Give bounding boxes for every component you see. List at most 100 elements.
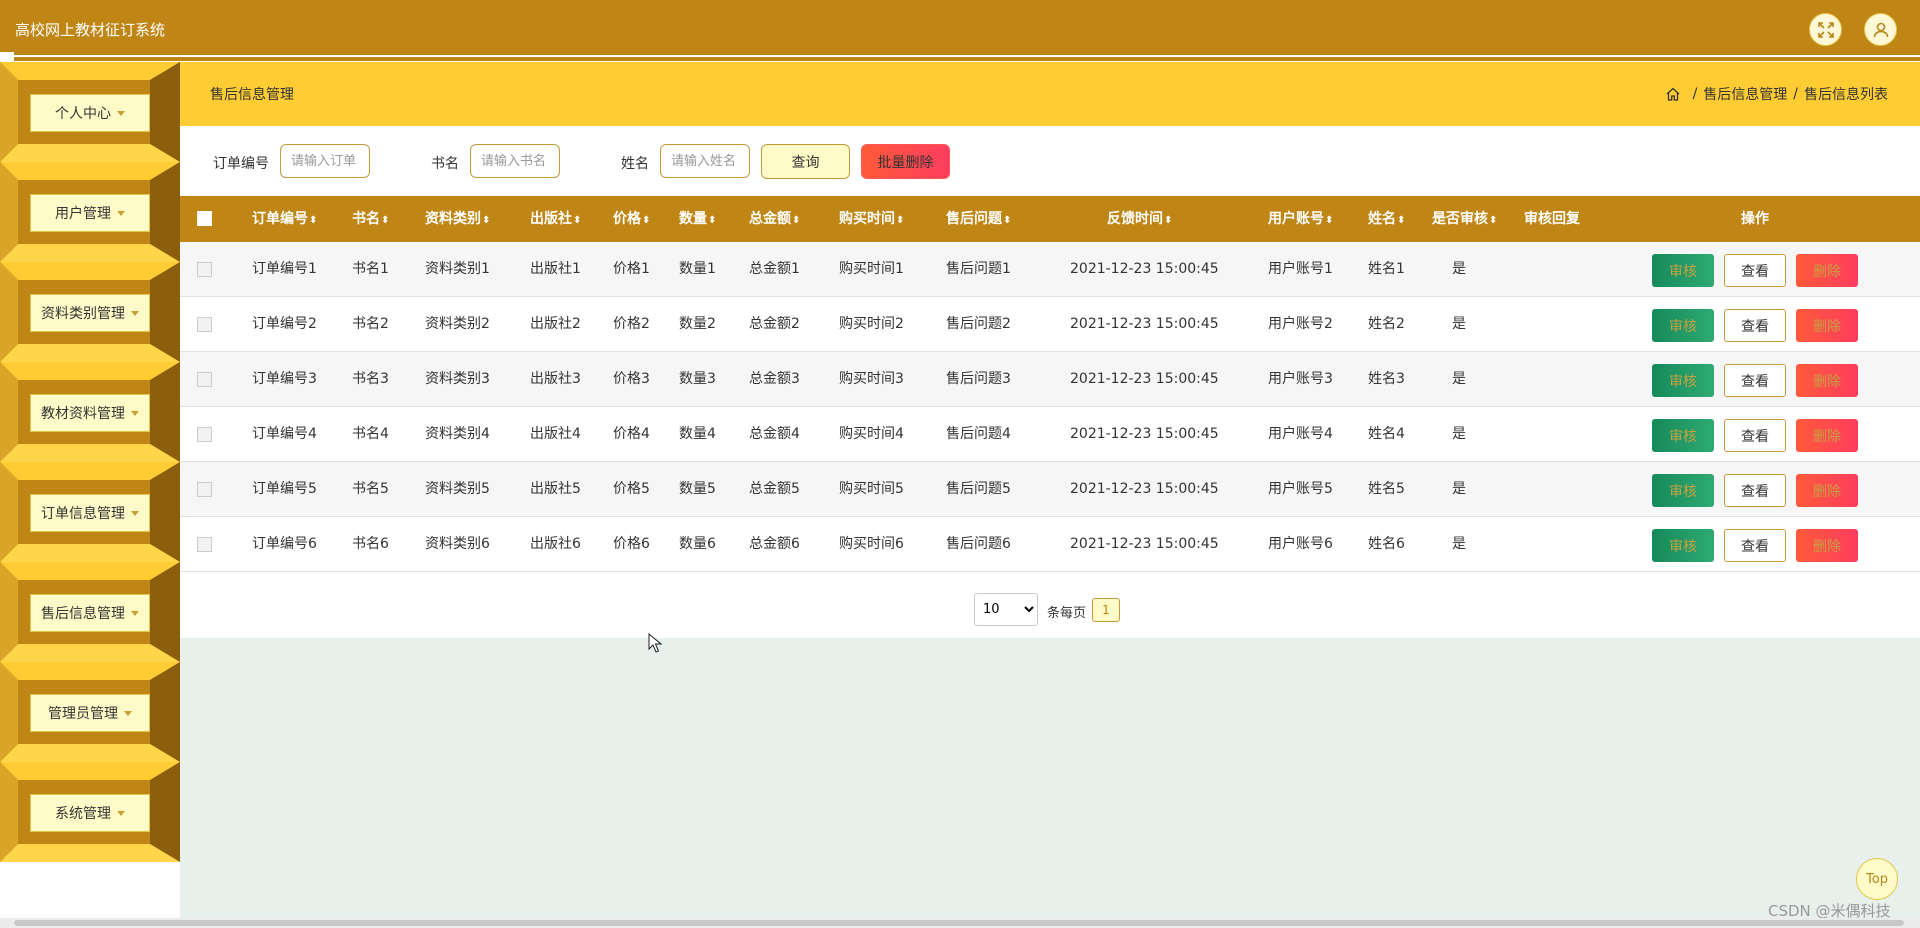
sort-icon: ⬍	[792, 215, 801, 226]
sidebar-item-category-management[interactable]: 资料类别管理	[0, 262, 180, 362]
table-cell: 售后问题1	[946, 261, 1011, 277]
column-header[interactable]: 姓名⬍	[1368, 196, 1405, 242]
table-cell: 订单编号1	[252, 261, 317, 277]
view-button[interactable]: 查看	[1724, 309, 1786, 342]
sidebar-item-textbook-management[interactable]: 教材资料管理	[0, 362, 180, 462]
row-checkbox[interactable]	[197, 262, 212, 277]
column-header[interactable]: 资料类别⬍	[425, 196, 490, 242]
sidebar-item-system-management[interactable]: 系统管理	[0, 762, 180, 862]
sidebar-button[interactable]: 用户管理	[30, 194, 150, 232]
table-cell: 总金额1	[749, 261, 800, 277]
column-header[interactable]: 售后问题⬍	[946, 196, 1011, 242]
view-button[interactable]: 查看	[1724, 529, 1786, 562]
sort-icon: ⬍	[482, 215, 491, 226]
column-header[interactable]: 购买时间⬍	[839, 196, 904, 242]
delete-button[interactable]: 删除	[1796, 309, 1858, 342]
view-button[interactable]: 查看	[1724, 364, 1786, 397]
breadcrumb-item[interactable]: 售后信息管理	[1703, 84, 1787, 104]
page-number-button[interactable]: 1	[1092, 598, 1120, 622]
view-button[interactable]: 查看	[1724, 254, 1786, 287]
sidebar-button[interactable]: 教材资料管理	[30, 394, 150, 432]
audit-button[interactable]: 审核	[1652, 529, 1714, 562]
delete-button[interactable]: 删除	[1796, 254, 1858, 287]
column-header: 审核回复	[1524, 211, 1580, 227]
sort-icon: ⬍	[1003, 215, 1012, 226]
sidebar-button[interactable]: 资料类别管理	[30, 294, 150, 332]
column-header[interactable]: 价格⬍	[613, 196, 650, 242]
table-cell: 姓名6	[1368, 536, 1405, 552]
table-cell: 2021-12-23 15:00:45	[1070, 261, 1219, 277]
delete-button[interactable]: 删除	[1796, 364, 1858, 397]
audit-button[interactable]: 审核	[1652, 254, 1714, 287]
sidebar-button[interactable]: 售后信息管理	[30, 594, 150, 632]
table-cell: 用户账号1	[1268, 261, 1333, 277]
row-checkbox[interactable]	[197, 427, 212, 442]
table-cell: 订单编号2	[252, 316, 317, 332]
sidebar-item-user-management[interactable]: 用户管理	[0, 162, 180, 262]
row-checkbox[interactable]	[197, 537, 212, 552]
table-cell: 购买时间2	[839, 316, 904, 332]
scrollbar-thumb[interactable]	[14, 920, 1904, 926]
sidebar-button[interactable]: 个人中心	[30, 94, 150, 132]
app-title: 高校网上教材征订系统	[15, 21, 166, 39]
table-cell: 资料类别6	[425, 536, 490, 552]
query-button[interactable]: 查询	[761, 144, 850, 179]
fullscreen-icon	[1817, 21, 1834, 38]
audit-button[interactable]: 审核	[1652, 364, 1714, 397]
column-header[interactable]: 数量⬍	[679, 196, 716, 242]
name-input[interactable]	[660, 144, 750, 178]
page-size-select[interactable]: 10	[974, 593, 1038, 626]
row-checkbox[interactable]	[197, 317, 212, 332]
sidebar-button[interactable]: 系统管理	[30, 794, 150, 832]
view-button[interactable]: 查看	[1724, 419, 1786, 452]
delete-button[interactable]: 删除	[1796, 529, 1858, 562]
delete-button[interactable]: 删除	[1796, 474, 1858, 507]
table-cell: 是	[1452, 426, 1466, 442]
fullscreen-button[interactable]	[1809, 13, 1842, 46]
column-header[interactable]: 书名⬍	[352, 196, 389, 242]
table-cell: 购买时间1	[839, 261, 904, 277]
sidebar-item-personal-center[interactable]: 个人中心	[0, 62, 180, 162]
column-header[interactable]: 反馈时间⬍	[1107, 196, 1172, 242]
user-menu-button[interactable]	[1864, 13, 1897, 46]
book-name-input[interactable]	[470, 144, 560, 178]
column-header[interactable]: 总金额⬍	[749, 196, 800, 242]
table-cell: 订单编号5	[252, 481, 317, 497]
table-cell: 总金额3	[749, 371, 800, 387]
order-number-input[interactable]	[280, 144, 370, 178]
column-header[interactable]: 订单编号⬍	[252, 196, 317, 242]
sidebar-item-after-sales-management[interactable]: 售后信息管理	[0, 562, 180, 662]
breadcrumb-separator: /	[1793, 86, 1798, 102]
audit-button[interactable]: 审核	[1652, 474, 1714, 507]
sort-icon: ⬍	[642, 215, 651, 226]
column-header[interactable]: 出版社⬍	[530, 196, 581, 242]
table-cell: 是	[1452, 536, 1466, 552]
table-cell: 价格6	[613, 536, 650, 552]
audit-button[interactable]: 审核	[1652, 419, 1714, 452]
sidebar-button[interactable]: 订单信息管理	[30, 494, 150, 532]
sidebar-item-admin-management[interactable]: 管理员管理	[0, 662, 180, 762]
table-cell: 是	[1452, 371, 1466, 387]
column-header[interactable]: 用户账号⬍	[1268, 196, 1333, 242]
table-cell: 购买时间6	[839, 536, 904, 552]
select-all-checkbox[interactable]	[197, 211, 212, 226]
horizontal-scrollbar[interactable]	[0, 918, 1920, 928]
caret-down-icon	[117, 110, 125, 116]
table-cell: 购买时间3	[839, 371, 904, 387]
row-checkbox[interactable]	[197, 482, 212, 497]
view-button[interactable]: 查看	[1724, 474, 1786, 507]
table-cell: 用户账号2	[1268, 316, 1333, 332]
table-cell: 书名5	[352, 481, 389, 497]
page-title: 售后信息管理	[210, 87, 294, 103]
batch-delete-button[interactable]: 批量删除	[861, 144, 950, 179]
row-checkbox[interactable]	[197, 372, 212, 387]
back-to-top-button[interactable]: Top	[1856, 858, 1898, 900]
audit-button[interactable]: 审核	[1652, 309, 1714, 342]
sidebar-item-order-management[interactable]: 订单信息管理	[0, 462, 180, 562]
table-cell: 用户账号3	[1268, 371, 1333, 387]
table-cell: 售后问题5	[946, 481, 1011, 497]
sidebar-button[interactable]: 管理员管理	[30, 694, 150, 732]
column-header[interactable]: 是否审核⬍	[1432, 196, 1497, 242]
delete-button[interactable]: 删除	[1796, 419, 1858, 452]
home-icon[interactable]	[1665, 86, 1681, 102]
